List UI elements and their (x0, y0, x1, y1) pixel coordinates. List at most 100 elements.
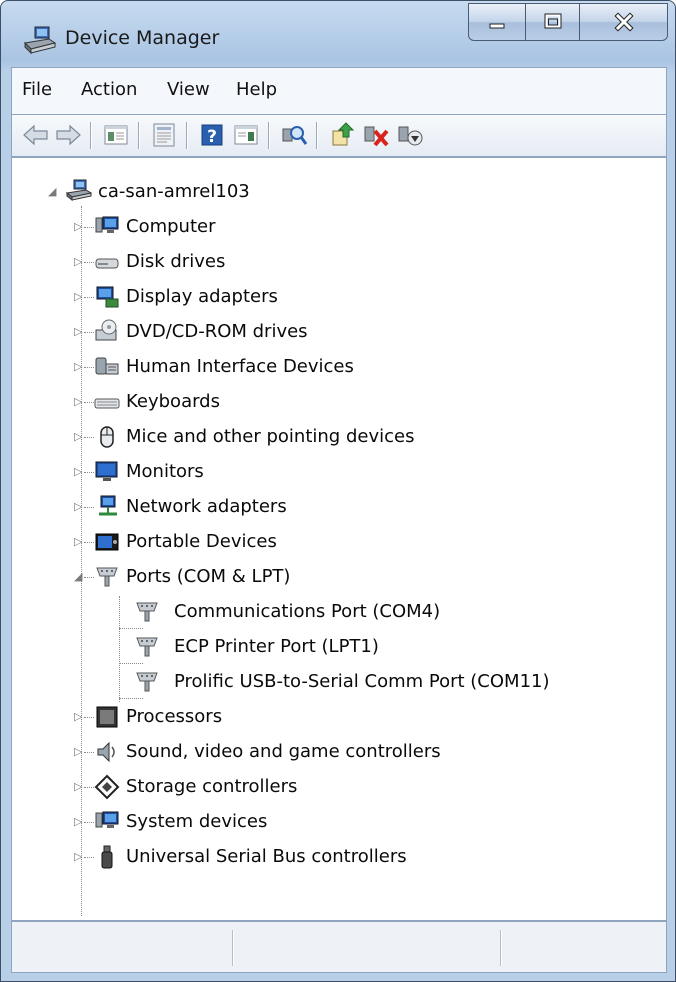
show-hide-tree-icon[interactable] (102, 121, 130, 149)
tree-category-label: Human Interface Devices (126, 356, 354, 377)
collapse-icon[interactable]: ◢ (48, 185, 56, 198)
dvd-drive-icon (95, 319, 117, 341)
network-adapter-icon (99, 495, 117, 516)
computer-icon (95, 216, 119, 233)
tree-connector (119, 628, 143, 629)
caption-buttons (468, 3, 668, 43)
tree-connector (84, 507, 94, 508)
tree-connector (84, 752, 94, 753)
maximize-icon (544, 13, 561, 29)
tree-connector (84, 857, 94, 858)
tree-connector (84, 542, 94, 543)
tree-root-label: ca-san-amrel103 (98, 181, 250, 202)
tree-connector (84, 787, 94, 788)
tree-category-label: Universal Serial Bus controllers (126, 846, 407, 867)
expand-icon[interactable]: ▷ (74, 745, 82, 758)
close-button[interactable] (580, 3, 668, 41)
toolbar: ? (11, 114, 667, 157)
sound-icon (97, 741, 115, 763)
uninstall-icon[interactable] (362, 121, 390, 149)
menu-view[interactable]: View (167, 79, 210, 100)
portable-device-icon (95, 533, 119, 551)
tree-connector (119, 698, 143, 699)
port-icon (96, 567, 118, 587)
expand-icon[interactable]: ▷ (74, 710, 82, 723)
menu-action[interactable]: Action (81, 79, 137, 100)
toolbar-separator (90, 122, 92, 149)
tree-connector (84, 577, 94, 578)
tree-connector (84, 262, 94, 263)
update-driver-icon[interactable] (328, 121, 356, 149)
properties-icon[interactable] (150, 121, 178, 149)
processor-icon (96, 706, 118, 728)
expand-icon[interactable]: ▷ (74, 500, 82, 513)
expand-icon[interactable]: ▷ (74, 290, 82, 303)
tree-connector (84, 367, 94, 368)
toolbar-separator (268, 122, 270, 149)
status-cell-divider (500, 930, 502, 966)
expand-icon[interactable]: ▷ (74, 780, 82, 793)
action-pane-icon[interactable] (232, 121, 260, 149)
collapse-icon[interactable]: ◢ (74, 570, 82, 583)
svg-text:?: ? (207, 127, 217, 147)
device-manager-window: Device Manager File Action View Help ? ◢… (0, 0, 676, 982)
expand-icon[interactable]: ▷ (74, 850, 82, 863)
back-icon[interactable] (22, 121, 50, 149)
device-tree-pane[interactable]: ◢ ca-san-amrel103 ▷ Computer ▷ Disk drives ▷… (11, 157, 667, 921)
status-bar (11, 921, 667, 973)
tree-category-label: Sound, video and game controllers (126, 741, 441, 762)
tree-connector (84, 717, 94, 718)
display-adapter-icon (96, 286, 119, 308)
tree-category-label: Storage controllers (126, 776, 298, 797)
help-icon[interactable]: ? (198, 121, 226, 149)
forward-icon[interactable] (54, 121, 82, 149)
window-title: Device Manager (65, 27, 220, 49)
tree-connector (119, 663, 143, 664)
expand-icon[interactable]: ▷ (74, 325, 82, 338)
tree-connector (84, 402, 94, 403)
tree-category-label: Computer (126, 216, 216, 237)
tree-device-label: Prolific USB-to-Serial Comm Port (COM11) (174, 671, 550, 692)
port-icon (136, 672, 158, 692)
disable-icon[interactable] (396, 121, 424, 149)
tree-category-label: DVD/CD-ROM drives (126, 321, 308, 342)
scan-hardware-icon[interactable] (280, 121, 308, 149)
port-icon (136, 602, 158, 622)
tree-connector (84, 332, 94, 333)
monitor-icon (95, 461, 118, 481)
tree-connector (84, 437, 94, 438)
hid-icon (95, 357, 119, 375)
tree-category-label: Disk drives (126, 251, 226, 272)
tree-category-label: Processors (126, 706, 223, 727)
menu-help[interactable]: Help (236, 79, 277, 100)
minimize-button[interactable] (468, 3, 526, 41)
system-devices-icon (95, 811, 119, 828)
expand-icon[interactable]: ▷ (74, 360, 82, 373)
tree-category-label: Mice and other pointing devices (126, 426, 415, 447)
disk-drive-icon (95, 258, 119, 269)
mouse-icon (100, 426, 114, 448)
toolbar-separator (138, 122, 140, 149)
menu-file[interactable]: File (22, 79, 52, 100)
expand-icon[interactable]: ▷ (74, 465, 82, 478)
menu-bar: File Action View Help (11, 67, 667, 115)
tree-category-label: System devices (126, 811, 268, 832)
expand-icon[interactable]: ▷ (74, 535, 82, 548)
title-bar[interactable]: Device Manager (1, 1, 675, 67)
tree-connector (84, 822, 94, 823)
toolbar-separator (316, 122, 318, 149)
minimize-icon (489, 23, 505, 29)
tree-category-label: Network adapters (126, 496, 287, 517)
tree-category-label: Display adapters (126, 286, 278, 307)
tree-connector (84, 297, 94, 298)
toolbar-separator (186, 122, 188, 149)
expand-icon[interactable]: ▷ (74, 220, 82, 233)
maximize-button[interactable] (526, 3, 580, 41)
port-icon (136, 637, 158, 657)
expand-icon[interactable]: ▷ (74, 430, 82, 443)
tree-connector (84, 227, 94, 228)
expand-icon[interactable]: ▷ (74, 255, 82, 268)
expand-icon[interactable]: ▷ (74, 395, 82, 408)
expand-icon[interactable]: ▷ (74, 815, 82, 828)
status-cell-divider (232, 930, 234, 966)
